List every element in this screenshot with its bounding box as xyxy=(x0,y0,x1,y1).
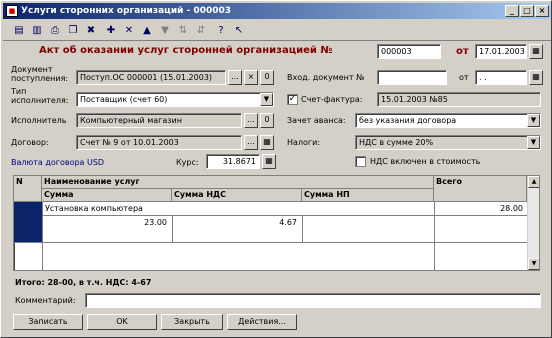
save-close-icon[interactable]: ▥ xyxy=(29,23,45,39)
col-service-header[interactable]: Наименование услуг xyxy=(42,176,434,189)
close-button[interactable]: × xyxy=(535,5,549,17)
document-date-field[interactable]: 17.01.2003 xyxy=(475,44,527,59)
contract-field[interactable]: Счет № 9 от 10.01.2003 xyxy=(76,135,242,150)
document-number-field[interactable]: 000003 xyxy=(377,44,441,59)
incoming-calendar-button[interactable]: ▦ xyxy=(529,70,543,85)
col-vat-header[interactable]: Сумма НДС xyxy=(172,189,302,202)
maximize-button[interactable]: □ xyxy=(520,5,534,17)
col-total-header[interactable]: Всего xyxy=(434,176,527,202)
document-window: ■ Услуги сторонних организаций - 000003 … xyxy=(0,0,552,338)
contract-label: Договор: xyxy=(11,138,49,147)
invoice-checkbox[interactable]: ✓ xyxy=(287,94,298,105)
copy-icon[interactable]: ❐ xyxy=(65,23,81,39)
write-button[interactable]: Записать xyxy=(13,314,83,330)
rate-field[interactable]: 31.8671 xyxy=(206,154,260,169)
actions-button[interactable]: Действия... xyxy=(227,314,297,330)
executor-type-value: Поставщик (счет 60) xyxy=(80,95,168,104)
currency-label: Валюта договора USD xyxy=(11,158,105,167)
doc-receipt-select-button[interactable]: ... xyxy=(228,70,242,85)
executor-select-button[interactable]: ... xyxy=(244,113,258,128)
executor-label: Исполнитель xyxy=(11,116,67,125)
comment-field[interactable] xyxy=(85,293,541,308)
grid-divider xyxy=(172,216,173,243)
up-icon[interactable]: ▲ xyxy=(139,23,155,39)
incoming-from-label: от xyxy=(459,73,469,82)
incoming-doc-label: Вход. документ № xyxy=(287,73,365,82)
window-title: Услуги сторонних организаций - 000003 xyxy=(21,6,232,16)
col-num-header[interactable]: N xyxy=(14,176,42,202)
table-row[interactable]: Установка компьютера 28.00 xyxy=(14,202,527,243)
help-icon[interactable]: ? xyxy=(213,23,229,39)
table-scrollbar[interactable]: ▲ ▼ xyxy=(527,176,539,270)
delete-row-icon[interactable]: ✕ xyxy=(121,23,137,39)
executor-type-label-2: исполнителя: xyxy=(11,96,69,105)
print-icon[interactable]: ⎙ xyxy=(47,23,63,39)
row-service-cell[interactable]: Установка компьютера xyxy=(45,203,143,215)
row-sum-cell[interactable]: 23.00 xyxy=(45,217,167,229)
advance-label: Зачет аванса: xyxy=(287,116,346,125)
doc-receipt-zero-button[interactable]: 0 xyxy=(260,70,274,85)
taxes-field[interactable]: НДС в сумме 20% ▼ xyxy=(355,135,541,150)
executor-zero-button[interactable]: 0 xyxy=(260,113,274,128)
col-sum-header[interactable]: Сумма xyxy=(42,189,172,202)
chevron-down-icon[interactable]: ▼ xyxy=(527,114,540,127)
table-row-sub[interactable]: 23.00 4.67 xyxy=(14,216,527,243)
executor-type-select[interactable]: Поставщик (счет 60) ▼ xyxy=(76,92,274,107)
services-table[interactable]: N Наименование услуг Всего Сумма Сумма Н… xyxy=(13,175,540,271)
down-icon[interactable]: ▼ xyxy=(157,23,173,39)
close-form-button[interactable]: Закрыть xyxy=(161,314,223,330)
vat-included-label: НДС включен в стоимость xyxy=(370,157,481,166)
comment-label: Комментарий: xyxy=(15,296,76,305)
advance-value: без указания договора xyxy=(359,116,457,125)
invoice-field[interactable]: 15.01.2003 №85 xyxy=(377,92,541,107)
scroll-down-icon[interactable]: ▼ xyxy=(528,258,539,270)
taxes-value: НДС в сумме 20% xyxy=(359,138,434,147)
whats-this-icon[interactable]: ↖ xyxy=(231,23,247,39)
document-icon: ■ xyxy=(6,5,18,17)
taxes-label: Налоги: xyxy=(287,138,321,147)
rate-label: Курс: xyxy=(176,158,199,167)
grid-divider xyxy=(434,202,435,270)
from-label: от xyxy=(456,46,469,57)
save-icon[interactable]: ▤ xyxy=(11,23,27,39)
executor-field[interactable]: Компьютерный магазин xyxy=(76,113,242,128)
totals-text: Итого: 28-00, в т.ч. НДС: 4-67 xyxy=(15,278,152,287)
act-heading: Акт об оказании услуг сторонней организа… xyxy=(39,45,333,56)
contract-select-button[interactable]: ... xyxy=(244,135,258,150)
grid-divider xyxy=(42,202,43,270)
col-np-header[interactable]: Сумма НП xyxy=(302,189,434,202)
doc-receipt-clear-button[interactable]: × xyxy=(244,70,258,85)
chevron-down-icon[interactable]: ▼ xyxy=(527,136,540,149)
invoice-label: Счет-фактура: xyxy=(301,95,363,104)
scroll-up-icon[interactable]: ▲ xyxy=(528,176,539,188)
delete-icon[interactable]: ✖ xyxy=(83,23,99,39)
contract-calc-button[interactable]: ▦ xyxy=(260,135,274,150)
ok-button[interactable]: OK xyxy=(87,314,157,330)
advance-select[interactable]: без указания договора ▼ xyxy=(355,113,541,128)
doc-receipt-label-2: поступления: xyxy=(11,74,69,83)
rate-calc-button[interactable]: ▦ xyxy=(262,154,276,169)
new-row-icon[interactable]: ✚ xyxy=(103,23,119,39)
sort-asc-icon[interactable]: ⇅ xyxy=(175,23,191,39)
calendar-button[interactable]: ▦ xyxy=(529,44,543,59)
incoming-doc-field[interactable] xyxy=(377,70,447,85)
toolbar: ▤ ▥ ⎙ ❐ ✖ ✚ ✕ ▲ ▼ ⇅ ⇵ ? ↖ xyxy=(3,21,551,41)
chevron-down-icon[interactable]: ▼ xyxy=(260,93,273,106)
doc-receipt-field[interactable]: Поступ.ОС 000001 (15.01.2003) xyxy=(76,70,226,85)
sort-desc-icon[interactable]: ⇵ xyxy=(193,23,209,39)
minimize-button[interactable]: _ xyxy=(505,5,519,17)
row-vat-cell[interactable]: 4.67 xyxy=(175,217,297,229)
vat-included-checkbox[interactable] xyxy=(355,156,366,167)
incoming-date-field[interactable]: . . xyxy=(475,70,527,85)
row-total-cell[interactable]: 28.00 xyxy=(437,203,523,215)
title-bar[interactable]: ■ Услуги сторонних организаций - 000003 … xyxy=(3,3,551,19)
grid-divider xyxy=(302,216,303,243)
